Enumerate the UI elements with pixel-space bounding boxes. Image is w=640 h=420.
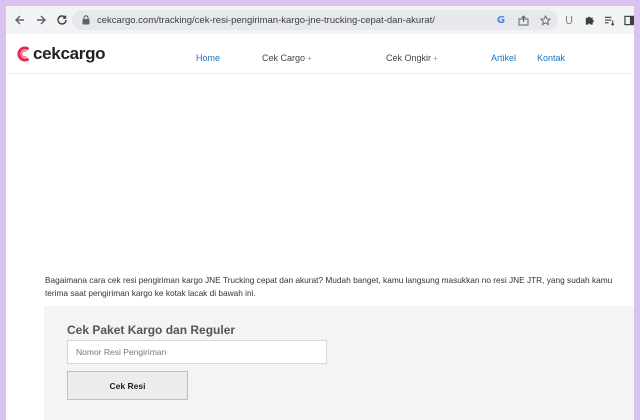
sidebar-icon[interactable] bbox=[622, 10, 634, 30]
nav-cek-ongkir-label: Cek Ongkir bbox=[386, 53, 432, 63]
forward-icon[interactable] bbox=[32, 11, 50, 29]
reading-list-icon[interactable] bbox=[602, 10, 616, 30]
site-logo[interactable]: cekcargo bbox=[16, 44, 106, 63]
back-icon[interactable] bbox=[11, 11, 29, 29]
reload-icon[interactable] bbox=[53, 11, 71, 29]
lock-icon[interactable] bbox=[81, 15, 90, 26]
google-icon[interactable]: G bbox=[494, 12, 508, 28]
nav-home[interactable]: Home bbox=[196, 53, 220, 63]
tracking-form-card: Cek Paket Kargo dan Reguler Cek Resi bbox=[44, 306, 634, 420]
star-icon[interactable] bbox=[538, 12, 552, 28]
cek-resi-button[interactable]: Cek Resi bbox=[67, 371, 188, 400]
plus-icon: + bbox=[307, 54, 312, 63]
address-bar[interactable]: cekcargo.com/tracking/cek-resi-pengirima… bbox=[72, 10, 558, 30]
logo-text: cekcargo bbox=[33, 44, 106, 63]
site-header: cekcargo Home Cek Cargo + Cek Ongkir + Art… bbox=[6, 34, 634, 74]
nav-cek-cargo-label: Cek Cargo bbox=[262, 53, 306, 63]
resi-number-input[interactable] bbox=[67, 340, 327, 364]
nav-artikel[interactable]: Artikel bbox=[491, 53, 516, 63]
form-title: Cek Paket Kargo dan Reguler bbox=[67, 323, 236, 337]
extension-u-icon[interactable]: U bbox=[562, 10, 576, 30]
nav-cek-ongkir[interactable]: Cek Ongkir + bbox=[386, 53, 438, 63]
intro-paragraph: Bagaimana cara cek resi pengiriman kargo… bbox=[45, 275, 613, 298]
plus-icon: + bbox=[433, 54, 438, 63]
nav-kontak[interactable]: Kontak bbox=[537, 53, 565, 63]
share-icon[interactable] bbox=[516, 12, 530, 28]
browser-toolbar: cekcargo.com/tracking/cek-resi-pengirima… bbox=[6, 6, 634, 34]
url-text[interactable]: cekcargo.com/tracking/cek-resi-pengirima… bbox=[97, 15, 477, 26]
extension-bar: U bbox=[562, 10, 634, 30]
address-bar-actions: G bbox=[494, 12, 552, 28]
puzzle-icon[interactable] bbox=[582, 10, 596, 30]
nav-cek-cargo[interactable]: Cek Cargo + bbox=[262, 53, 312, 63]
cekcargo-logo-icon bbox=[16, 46, 32, 62]
browser-window: cekcargo.com/tracking/cek-resi-pengirima… bbox=[6, 6, 634, 420]
